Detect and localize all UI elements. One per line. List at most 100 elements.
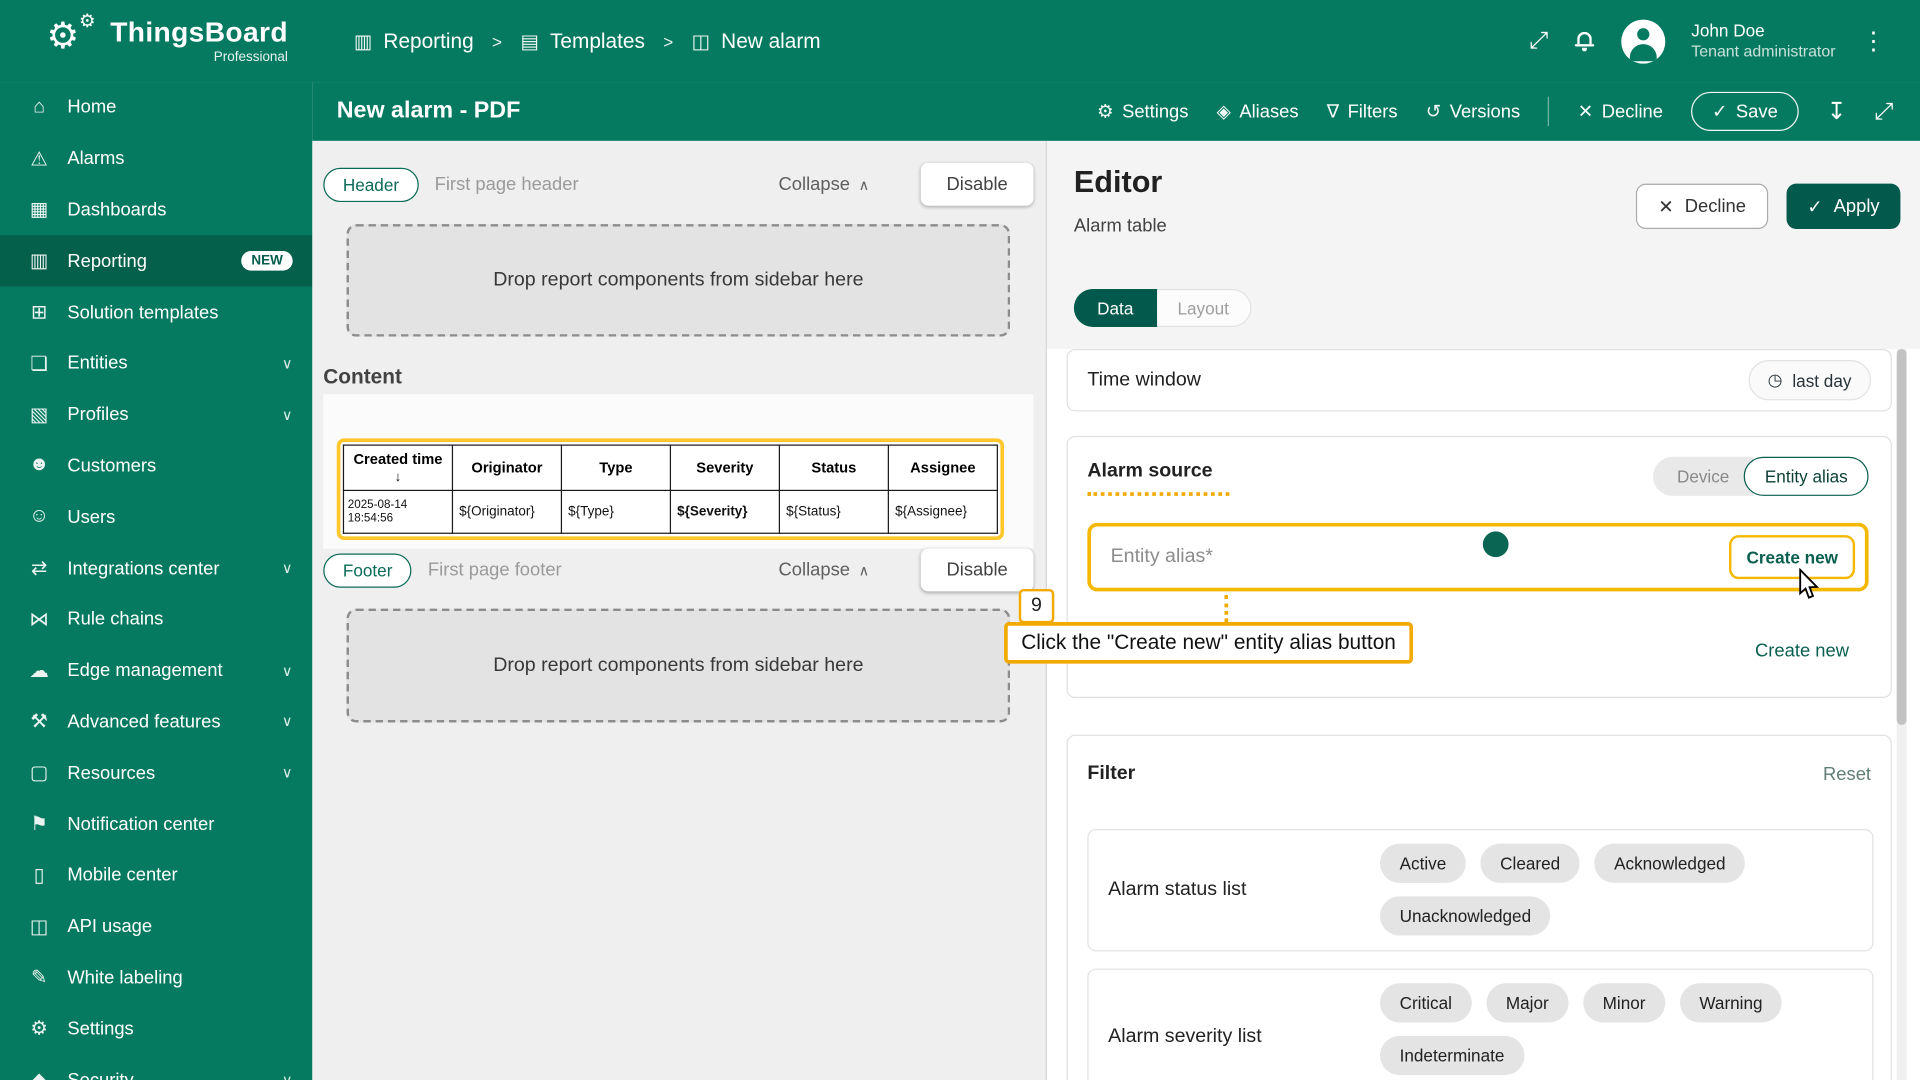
- sidebar-item-integrations-center[interactable]: ⇄ Integrations center ∨: [0, 543, 312, 594]
- sidebar-item-home[interactable]: ⌂ Home: [0, 82, 312, 133]
- toolbar-fullscreen-icon[interactable]: ⤢: [1874, 100, 1893, 123]
- annotation-connector-line: [1224, 595, 1229, 623]
- alarm-severity-list-label: Alarm severity list: [1108, 1026, 1262, 1047]
- sidebar-item-settings[interactable]: ⚙ Settings: [0, 1003, 312, 1054]
- kebab-menu-icon[interactable]: ⋮: [1861, 26, 1885, 57]
- editor-scrollbar[interactable]: [1896, 348, 1907, 1080]
- footer-dropzone[interactable]: Drop report components from sidebar here: [346, 608, 1011, 723]
- sidebar-item-dashboards[interactable]: ▦ Dashboards: [0, 184, 312, 235]
- toolbar-divider: [1548, 96, 1550, 127]
- folder-icon: ▢: [29, 763, 49, 784]
- chip-major[interactable]: Major: [1486, 983, 1569, 1023]
- create-new-filter-link[interactable]: Create new: [1755, 640, 1849, 661]
- create-new-entity-alias-button[interactable]: Create new: [1729, 535, 1856, 580]
- filters-button[interactable]: ∇ Filters: [1327, 100, 1398, 122]
- chip-critical[interactable]: Critical: [1380, 983, 1472, 1023]
- toggle-entity-alias[interactable]: Entity alias: [1744, 456, 1869, 496]
- sidebar-item-security[interactable]: ◆ Security ∨: [0, 1054, 312, 1080]
- save-button[interactable]: ✓ Save: [1691, 91, 1799, 132]
- breadcrumb-reporting[interactable]: ▥ Reporting: [354, 29, 474, 53]
- settings-button[interactable]: ⚙ Settings: [1097, 100, 1188, 122]
- chip-acknowledged[interactable]: Acknowledged: [1594, 843, 1746, 883]
- sidebar-item-entities[interactable]: ❏ Entities ∨: [0, 338, 312, 389]
- chip-indeterminate[interactable]: Indeterminate: [1380, 1035, 1525, 1076]
- sidebar-item-solution-templates[interactable]: ⊞ Solution templates: [0, 287, 312, 338]
- alarm-severity-list-box: Alarm severity list Critical Major Minor…: [1087, 968, 1874, 1080]
- reset-link[interactable]: Reset: [1823, 763, 1871, 784]
- decline-button-toolbar[interactable]: ✕ Decline: [1578, 100, 1663, 122]
- col-created-time[interactable]: Created time ↓: [342, 444, 454, 492]
- thingsboard-logo[interactable]: ⚙ ⚙ ThingsBoard Professional: [0, 12, 312, 68]
- filter-card: Filter Reset Alarm status list Active Cl…: [1066, 734, 1892, 1080]
- home-icon: ⌂: [33, 96, 46, 118]
- aliases-button[interactable]: ◈ Aliases: [1217, 100, 1299, 122]
- chip-active[interactable]: Active: [1380, 843, 1466, 883]
- sidebar-item-users[interactable]: ☺ Users: [0, 491, 312, 542]
- chip-cleared[interactable]: Cleared: [1480, 843, 1580, 883]
- collapse-header-button[interactable]: Collapse ∧: [779, 174, 870, 195]
- notifications-bell-icon[interactable]: [1574, 30, 1596, 52]
- scrollbar-thumb[interactable]: [1896, 348, 1907, 725]
- chevron-down-icon: ∨: [282, 1071, 293, 1080]
- sidebar-item-edge-management[interactable]: ☁ Edge management ∨: [0, 645, 312, 696]
- download-pdf-icon[interactable]: ↧: [1827, 100, 1846, 123]
- time-window-button[interactable]: ◷ last day: [1747, 360, 1872, 401]
- alarm-icon: ⚠: [30, 149, 48, 170]
- editor-subtitle: Alarm table: [1073, 215, 1167, 237]
- col-assignee[interactable]: Assignee: [887, 444, 998, 492]
- breadcrumb-templates[interactable]: ▤ Templates: [520, 29, 644, 53]
- cell-type: ${Type}: [560, 489, 672, 534]
- logo-subtitle: Professional: [213, 49, 288, 65]
- sidebar-item-mobile-center[interactable]: ▯ Mobile center: [0, 850, 312, 901]
- integrations-icon: ⇄: [30, 558, 48, 580]
- footer-section-pill[interactable]: Footer: [323, 552, 413, 588]
- header-dropzone[interactable]: Drop report components from sidebar here: [346, 224, 1011, 337]
- collapse-footer-button[interactable]: Collapse ∧: [779, 560, 870, 581]
- alarm-severity-chips: Critical Major Minor Warning Indetermina…: [1380, 983, 1860, 1076]
- header-section-pill[interactable]: Header: [323, 167, 419, 202]
- chip-warning[interactable]: Warning: [1679, 983, 1783, 1023]
- fullscreen-icon[interactable]: ⤢: [1529, 29, 1548, 52]
- filter-funnel-icon: ∇: [1326, 101, 1339, 123]
- breadcrumb-new-alarm[interactable]: ◫ New alarm: [692, 29, 821, 53]
- sidebar-item-white-labeling[interactable]: ✎ White labeling: [0, 952, 312, 1003]
- sidebar-item-customers[interactable]: ☻ Customers: [0, 440, 312, 491]
- user-info[interactable]: John Doe Tenant administrator: [1691, 20, 1835, 63]
- alarm-table-component[interactable]: Created time ↓ Originator Type Severity …: [336, 438, 1005, 540]
- alarm-status-list-box: Alarm status list Active Cleared Acknowl…: [1087, 828, 1874, 952]
- breadcrumb-label: New alarm: [721, 28, 821, 53]
- col-originator[interactable]: Originator: [451, 444, 563, 492]
- sidebar-item-advanced-features[interactable]: ⚒ Advanced features ∨: [0, 696, 312, 747]
- sidebar-nav: ⌂ Home ⚠ Alarms ▦ Dashboards ▥ Reporting…: [0, 82, 313, 1080]
- cell-created-time: 2025-08-14 18:54:56: [342, 489, 454, 534]
- click-indicator-dot: [1482, 531, 1509, 558]
- dropzone-hint: Drop report components from sidebar here: [493, 269, 864, 291]
- col-type[interactable]: Type: [560, 444, 672, 492]
- alarm-table: Created time ↓ Originator Type Severity …: [342, 444, 998, 534]
- sidebar-item-alarms[interactable]: ⚠ Alarms: [0, 133, 312, 184]
- sidebar-item-reporting[interactable]: ▥ Reporting NEW: [0, 235, 313, 287]
- sidebar-item-rule-chains[interactable]: ⋈ Rule chains: [0, 594, 312, 645]
- sidebar-item-api-usage[interactable]: ◫ API usage: [0, 901, 312, 952]
- sidebar-item-resources[interactable]: ▢ Resources ∨: [0, 747, 312, 798]
- tab-layout[interactable]: Layout: [1156, 288, 1251, 327]
- versions-button[interactable]: ↺ Versions: [1426, 100, 1520, 122]
- col-severity[interactable]: Severity: [669, 444, 781, 492]
- sidebar-item-profiles[interactable]: ▧ Profiles ∨: [0, 389, 312, 440]
- disable-header-button[interactable]: Disable: [920, 162, 1034, 206]
- apply-button[interactable]: ✓ Apply: [1786, 183, 1901, 229]
- col-status[interactable]: Status: [778, 444, 889, 492]
- cell-severity: ${Severity}: [669, 489, 781, 534]
- sidebar-item-notification-center[interactable]: ⚑ Notification center: [0, 799, 312, 850]
- chip-unacknowledged[interactable]: Unacknowledged: [1380, 896, 1551, 936]
- chip-minor[interactable]: Minor: [1583, 983, 1666, 1023]
- annotation-step-number: 9: [1018, 588, 1055, 624]
- entity-alias-input[interactable]: Entity alias* Create new: [1087, 522, 1869, 592]
- toggle-device[interactable]: Device: [1652, 456, 1754, 496]
- history-icon: ↺: [1425, 101, 1442, 123]
- disable-footer-button[interactable]: Disable: [920, 548, 1034, 592]
- avatar[interactable]: [1621, 18, 1666, 64]
- decline-button[interactable]: ✕ Decline: [1636, 183, 1769, 229]
- entity-alias-placeholder: Entity alias*: [1110, 546, 1213, 567]
- tab-data[interactable]: Data: [1073, 288, 1157, 327]
